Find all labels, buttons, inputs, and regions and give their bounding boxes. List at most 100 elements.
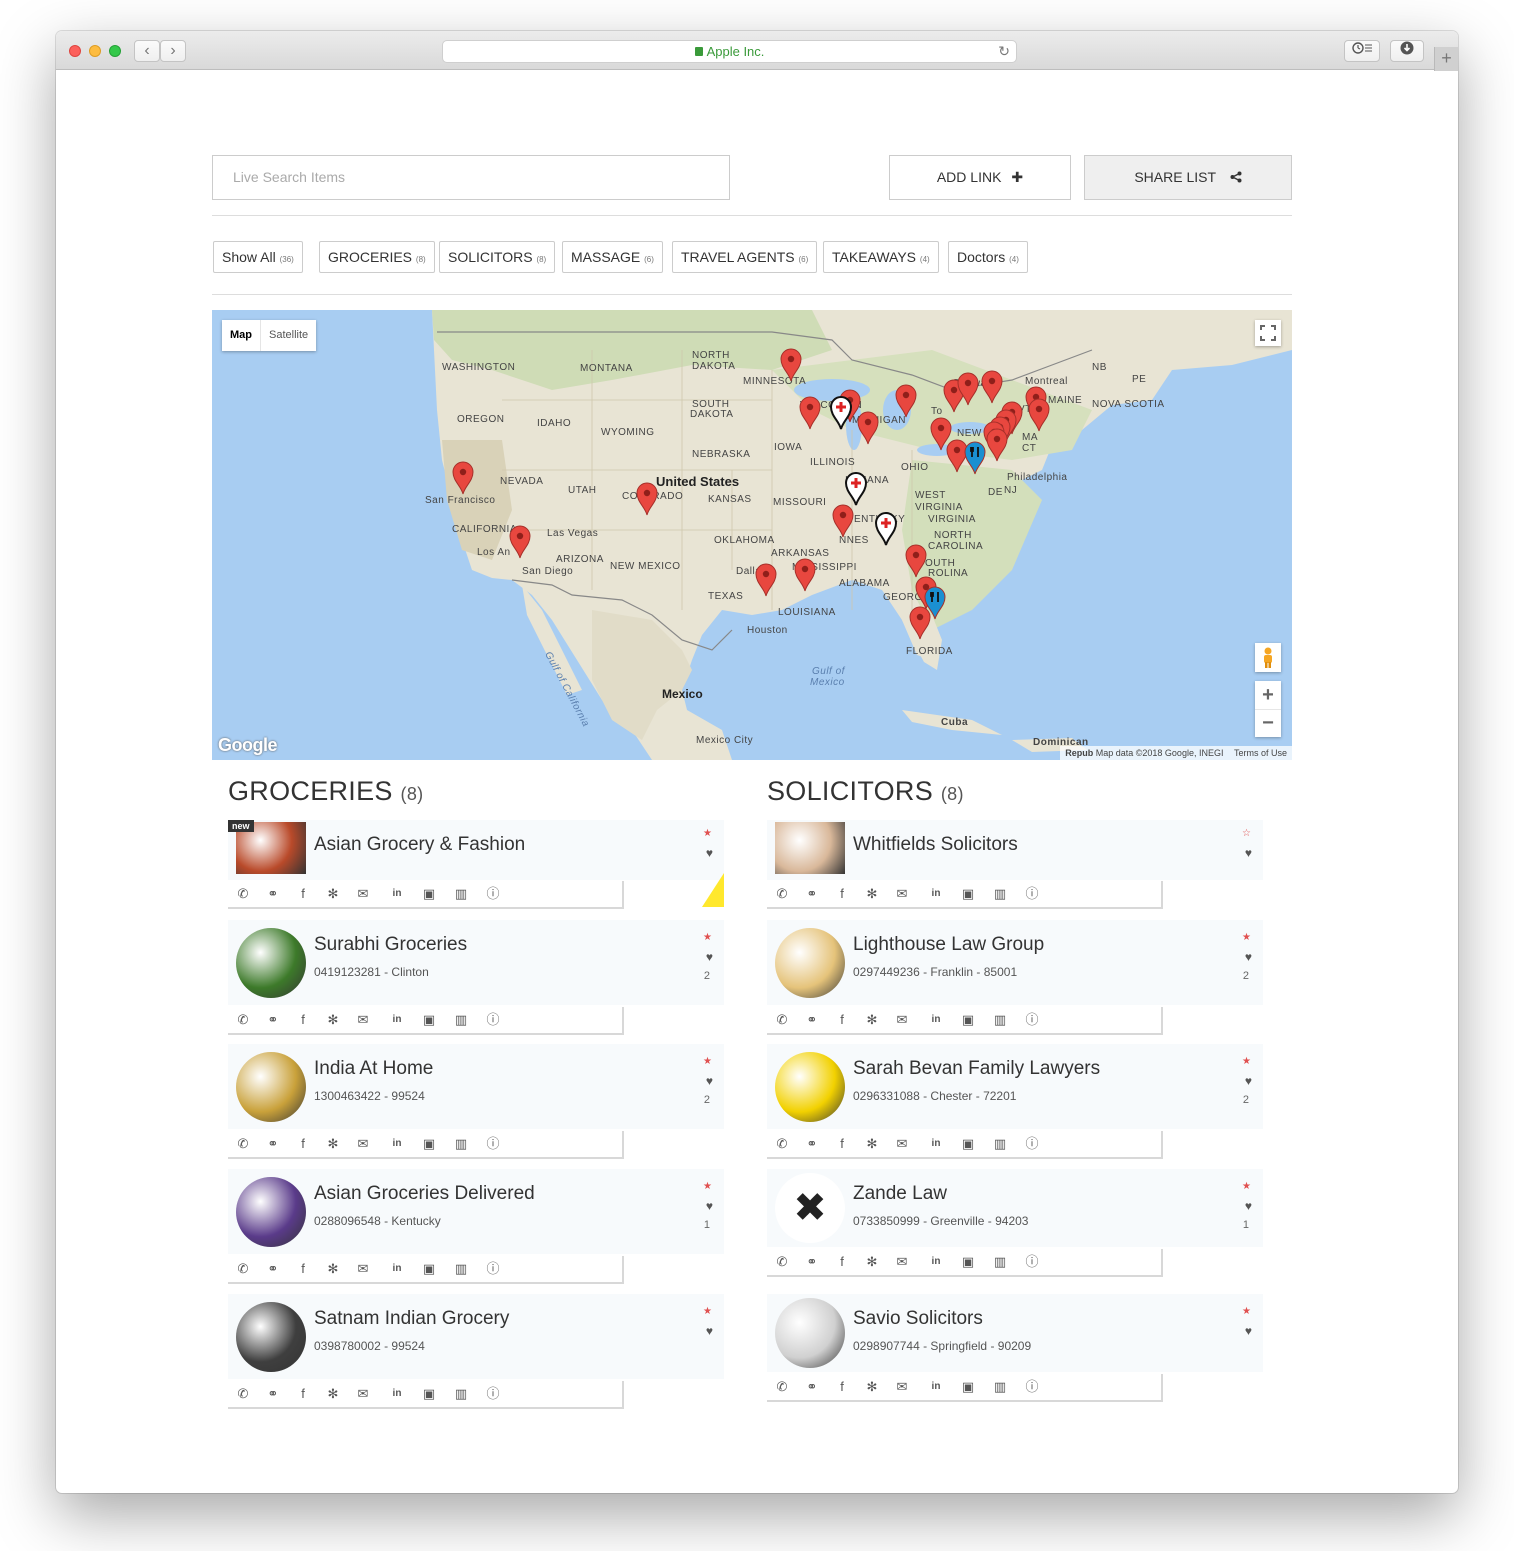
- link-icon[interactable]: ⚭: [803, 1135, 821, 1153]
- yelp-icon[interactable]: ✻: [863, 1011, 881, 1029]
- link-icon[interactable]: ⚭: [803, 885, 821, 903]
- favorite-star-icon[interactable]: ★: [703, 1306, 712, 1317]
- linkedin-icon[interactable]: in: [927, 1253, 945, 1271]
- linkedin-icon[interactable]: in: [927, 1011, 945, 1029]
- yelp-icon[interactable]: ✻: [324, 1385, 342, 1403]
- info-icon[interactable]: ⓘ: [1023, 1253, 1041, 1271]
- linkedin-icon[interactable]: in: [388, 1260, 406, 1278]
- like-heart-icon[interactable]: ♥: [706, 1199, 713, 1213]
- map-pin-takeaway[interactable]: [924, 586, 946, 620]
- email-icon[interactable]: ✉: [893, 1253, 911, 1271]
- map-pin-red[interactable]: [957, 372, 979, 406]
- new-tab-button[interactable]: +: [1434, 47, 1458, 71]
- favorite-star-icon[interactable]: ★: [1242, 932, 1251, 943]
- map-view[interactable]: Map Satellite + − WASHINGTON MONTANA NOR…: [212, 310, 1292, 760]
- twitter-icon[interactable]: ▣: [959, 1135, 977, 1153]
- favorite-star-icon[interactable]: ★: [703, 932, 712, 943]
- info-icon[interactable]: ⓘ: [1023, 1011, 1041, 1029]
- linkedin-icon[interactable]: in: [388, 1385, 406, 1403]
- twitter-icon[interactable]: ▣: [420, 1135, 438, 1153]
- facebook-icon[interactable]: f: [294, 1011, 312, 1029]
- add-link-button[interactable]: ADD LINK ✚: [889, 155, 1071, 200]
- facebook-icon[interactable]: f: [833, 885, 851, 903]
- like-heart-icon[interactable]: ♥: [706, 846, 713, 860]
- facebook-icon[interactable]: f: [833, 1135, 851, 1153]
- map-type-satellite-button[interactable]: Satellite: [260, 320, 316, 351]
- address-bar[interactable]: Apple Inc. ↻: [442, 40, 1017, 63]
- info-icon[interactable]: ⓘ: [484, 1011, 502, 1029]
- yelp-icon[interactable]: ✻: [863, 885, 881, 903]
- reload-icon[interactable]: ↻: [998, 41, 1010, 62]
- phone-icon[interactable]: ✆: [234, 1260, 252, 1278]
- map-pin-red[interactable]: [1028, 398, 1050, 432]
- map-pin-red[interactable]: [905, 544, 927, 578]
- filter-solicitors[interactable]: SOLICITORS (8): [439, 241, 556, 273]
- phone-icon[interactable]: ✆: [773, 1378, 791, 1396]
- like-heart-icon[interactable]: ♥: [1245, 1074, 1252, 1088]
- yelp-icon[interactable]: ✻: [324, 1135, 342, 1153]
- phone-icon[interactable]: ✆: [773, 885, 791, 903]
- map-pin-doctor[interactable]: [874, 512, 898, 546]
- like-heart-icon[interactable]: ♥: [1245, 1199, 1252, 1213]
- listing-name[interactable]: Zande Law: [853, 1183, 947, 1205]
- listing-card[interactable]: Sarah Bevan Family Lawyers 0296331088 - C…: [767, 1044, 1263, 1129]
- map-icon[interactable]: ▥: [991, 1011, 1009, 1029]
- link-icon[interactable]: ⚭: [264, 1385, 282, 1403]
- favorite-star-icon[interactable]: ★: [703, 828, 712, 839]
- share-list-button[interactable]: SHARE LIST: [1084, 155, 1292, 200]
- minimize-window-button[interactable]: [89, 45, 101, 57]
- maximize-window-button[interactable]: [109, 45, 121, 57]
- filter-doctors[interactable]: Doctors (4): [948, 241, 1028, 273]
- yelp-icon[interactable]: ✻: [863, 1378, 881, 1396]
- listing-name[interactable]: Surabhi Groceries: [314, 934, 467, 956]
- map-pin-red[interactable]: [981, 370, 1003, 404]
- linkedin-icon[interactable]: in: [927, 885, 945, 903]
- map-pin-red[interactable]: [636, 482, 658, 516]
- facebook-icon[interactable]: f: [294, 1260, 312, 1278]
- listing-name[interactable]: Satnam Indian Grocery: [314, 1308, 509, 1330]
- listing-card[interactable]: Savio Solicitors 0298907744 - Springfield…: [767, 1294, 1263, 1372]
- map-icon[interactable]: ▥: [452, 1260, 470, 1278]
- info-icon[interactable]: ⓘ: [484, 885, 502, 903]
- email-icon[interactable]: ✉: [893, 1135, 911, 1153]
- link-icon[interactable]: ⚭: [803, 1253, 821, 1271]
- map-icon[interactable]: ▥: [991, 1135, 1009, 1153]
- favorite-star-icon[interactable]: ★: [703, 1181, 712, 1192]
- email-icon[interactable]: ✉: [354, 1260, 372, 1278]
- favorite-star-icon[interactable]: ★: [1242, 1181, 1251, 1192]
- listing-name[interactable]: India At Home: [314, 1058, 433, 1080]
- yelp-icon[interactable]: ✻: [863, 1135, 881, 1153]
- map-pin-takeaway[interactable]: [964, 441, 986, 475]
- forward-button[interactable]: ›: [160, 40, 186, 62]
- twitter-icon[interactable]: ▣: [420, 885, 438, 903]
- close-window-button[interactable]: [69, 45, 81, 57]
- yelp-icon[interactable]: ✻: [324, 885, 342, 903]
- filter-takeaways[interactable]: TAKEAWAYS (4): [823, 241, 939, 273]
- facebook-icon[interactable]: f: [294, 1135, 312, 1153]
- like-heart-icon[interactable]: ♥: [1245, 950, 1252, 964]
- twitter-icon[interactable]: ▣: [420, 1385, 438, 1403]
- phone-icon[interactable]: ✆: [234, 885, 252, 903]
- listing-card[interactable]: Asian Groceries Delivered 0288096548 - Ke…: [228, 1169, 724, 1254]
- map-icon[interactable]: ▥: [452, 1135, 470, 1153]
- twitter-icon[interactable]: ▣: [420, 1260, 438, 1278]
- map-icon[interactable]: ▥: [991, 885, 1009, 903]
- email-icon[interactable]: ✉: [893, 885, 911, 903]
- phone-icon[interactable]: ✆: [773, 1253, 791, 1271]
- email-icon[interactable]: ✉: [893, 1378, 911, 1396]
- map-icon[interactable]: ▥: [452, 1385, 470, 1403]
- yelp-icon[interactable]: ✻: [863, 1253, 881, 1271]
- favorite-star-icon[interactable]: ★: [703, 1056, 712, 1067]
- listing-card[interactable]: India At Home 1300463422 - 99524 ★ ♥ 2: [228, 1044, 724, 1129]
- link-icon[interactable]: ⚭: [264, 1260, 282, 1278]
- linkedin-icon[interactable]: in: [927, 1378, 945, 1396]
- map-type-map-button[interactable]: Map: [222, 320, 260, 351]
- listing-card[interactable]: Lighthouse Law Group 0297449236 - Frankli…: [767, 920, 1263, 1005]
- map-icon[interactable]: ▥: [991, 1378, 1009, 1396]
- search-input[interactable]: Live Search Items: [212, 155, 730, 200]
- linkedin-icon[interactable]: in: [388, 1135, 406, 1153]
- twitter-icon[interactable]: ▣: [959, 1378, 977, 1396]
- map-icon[interactable]: ▥: [991, 1253, 1009, 1271]
- linkedin-icon[interactable]: in: [388, 885, 406, 903]
- listing-name[interactable]: Lighthouse Law Group: [853, 934, 1044, 956]
